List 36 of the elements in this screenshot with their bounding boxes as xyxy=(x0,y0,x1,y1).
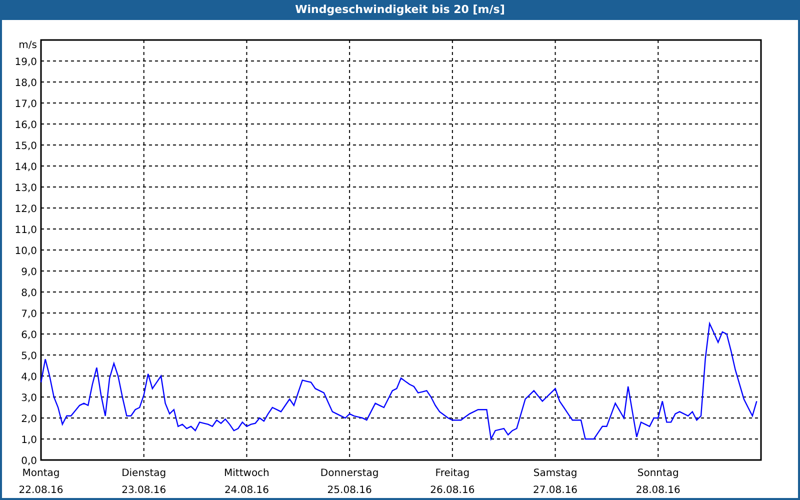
day-label: Mittwoch xyxy=(224,468,270,479)
y-tick-label: 12,0 xyxy=(14,204,37,215)
y-tick-label: 0,0 xyxy=(21,456,37,467)
y-tick-label: 15,0 xyxy=(14,141,37,152)
y-tick-label: 19,0 xyxy=(14,57,37,68)
y-tick-label: 6,0 xyxy=(21,330,37,341)
y-tick-label: 1,0 xyxy=(21,435,37,446)
y-tick-label: 7,0 xyxy=(21,309,37,320)
y-tick-label: 4,0 xyxy=(21,372,37,383)
y-tick-label: 2,0 xyxy=(21,414,37,425)
date-label: 28.08.16 xyxy=(636,485,680,496)
day-label: Montag xyxy=(22,468,60,479)
y-tick-label: 10,0 xyxy=(14,246,37,257)
y-tick-label: 9,0 xyxy=(21,267,37,278)
y-tick-label: 17,0 xyxy=(14,99,37,110)
y-tick-label: 8,0 xyxy=(21,288,37,299)
date-label: 24.08.16 xyxy=(224,485,269,496)
date-label: 26.08.16 xyxy=(430,485,475,496)
day-label: Dienstag xyxy=(122,468,166,479)
y-tick-label: 16,0 xyxy=(14,120,37,131)
date-label: 25.08.16 xyxy=(327,485,372,496)
y-tick-label: 11,0 xyxy=(14,225,37,236)
y-tick-label: 13,0 xyxy=(14,183,37,194)
y-tick-label: 5,0 xyxy=(21,351,37,362)
day-label: Donnerstag xyxy=(320,468,379,479)
day-label: Samstag xyxy=(533,468,578,479)
day-label: Sonntag xyxy=(637,468,679,479)
y-tick-label: 14,0 xyxy=(14,162,37,173)
date-label: 22.08.16 xyxy=(18,485,64,496)
window-title: Windgeschwindigkeit bis 20 [m/s] xyxy=(295,2,505,18)
y-axis-unit: m/s xyxy=(18,40,37,51)
date-label: 23.08.16 xyxy=(122,485,166,496)
y-tick-label: 3,0 xyxy=(21,393,37,404)
y-tick-label: 18,0 xyxy=(14,78,37,89)
date-label: 27.08.16 xyxy=(533,485,578,496)
day-label: Freitag xyxy=(435,468,470,479)
